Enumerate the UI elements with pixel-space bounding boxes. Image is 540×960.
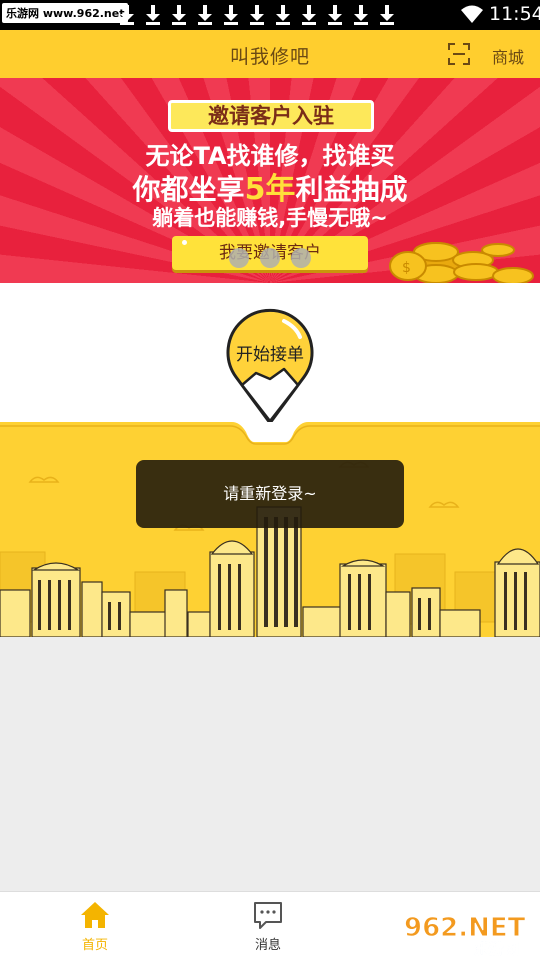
nav-messages[interactable]: 消息 [178, 892, 358, 960]
message-icon [254, 902, 282, 929]
banner-tag: 邀请客户入驻 [168, 100, 374, 132]
download-icon [326, 4, 344, 26]
site-watermark: 乐游网 www.962.net [2, 3, 129, 23]
status-bar: 乐游网 www.962.net 11:54 [0, 0, 540, 30]
download-icon [144, 4, 162, 26]
download-icon [196, 4, 214, 26]
scan-icon[interactable] [448, 43, 470, 65]
city-skyline [0, 422, 540, 637]
app-header: 叫我修吧 商城 [0, 30, 540, 78]
download-icon [170, 4, 188, 26]
svg-text:$: $ [402, 260, 411, 276]
nav-home-label: 首页 [81, 938, 108, 953]
start-order-label: 开始接单 [236, 345, 304, 365]
watermark-962: 962.NET [404, 913, 526, 943]
download-icon [352, 4, 370, 26]
wifi-icon [461, 5, 483, 23]
coins-illustration: $ [389, 242, 534, 283]
watermark-site-name: 乐游网 [474, 940, 519, 956]
download-icon [274, 4, 292, 26]
nav-messages-label: 消息 [254, 938, 281, 953]
banner-pager-dot[interactable] [229, 248, 249, 268]
home-icon [81, 902, 109, 928]
download-icon [248, 4, 266, 26]
button-sparkle [182, 240, 187, 245]
city-illustration [0, 422, 540, 637]
status-time: 11:54 [489, 3, 540, 25]
mall-link[interactable]: 商城 [492, 44, 524, 68]
download-icon [222, 4, 240, 26]
toast-message: 请重新登录~ [136, 460, 404, 528]
download-notifications [118, 4, 396, 26]
download-icon [300, 4, 318, 26]
banner-pager-dot[interactable] [260, 248, 280, 268]
site-watermark-logo: 962.NET 乐游网 [404, 913, 526, 957]
start-order-button[interactable] [224, 305, 316, 425]
download-icon [118, 4, 136, 26]
banner-pager-dot[interactable] [291, 248, 311, 268]
download-icon [378, 4, 396, 26]
nav-home[interactable]: 首页 [5, 892, 185, 960]
promo-banner[interactable]: 邀请客户入驻 无论TA找谁修，找谁买 你都坐享5年利益抽成 躺着也能赚钱,手慢无… [0, 78, 540, 283]
